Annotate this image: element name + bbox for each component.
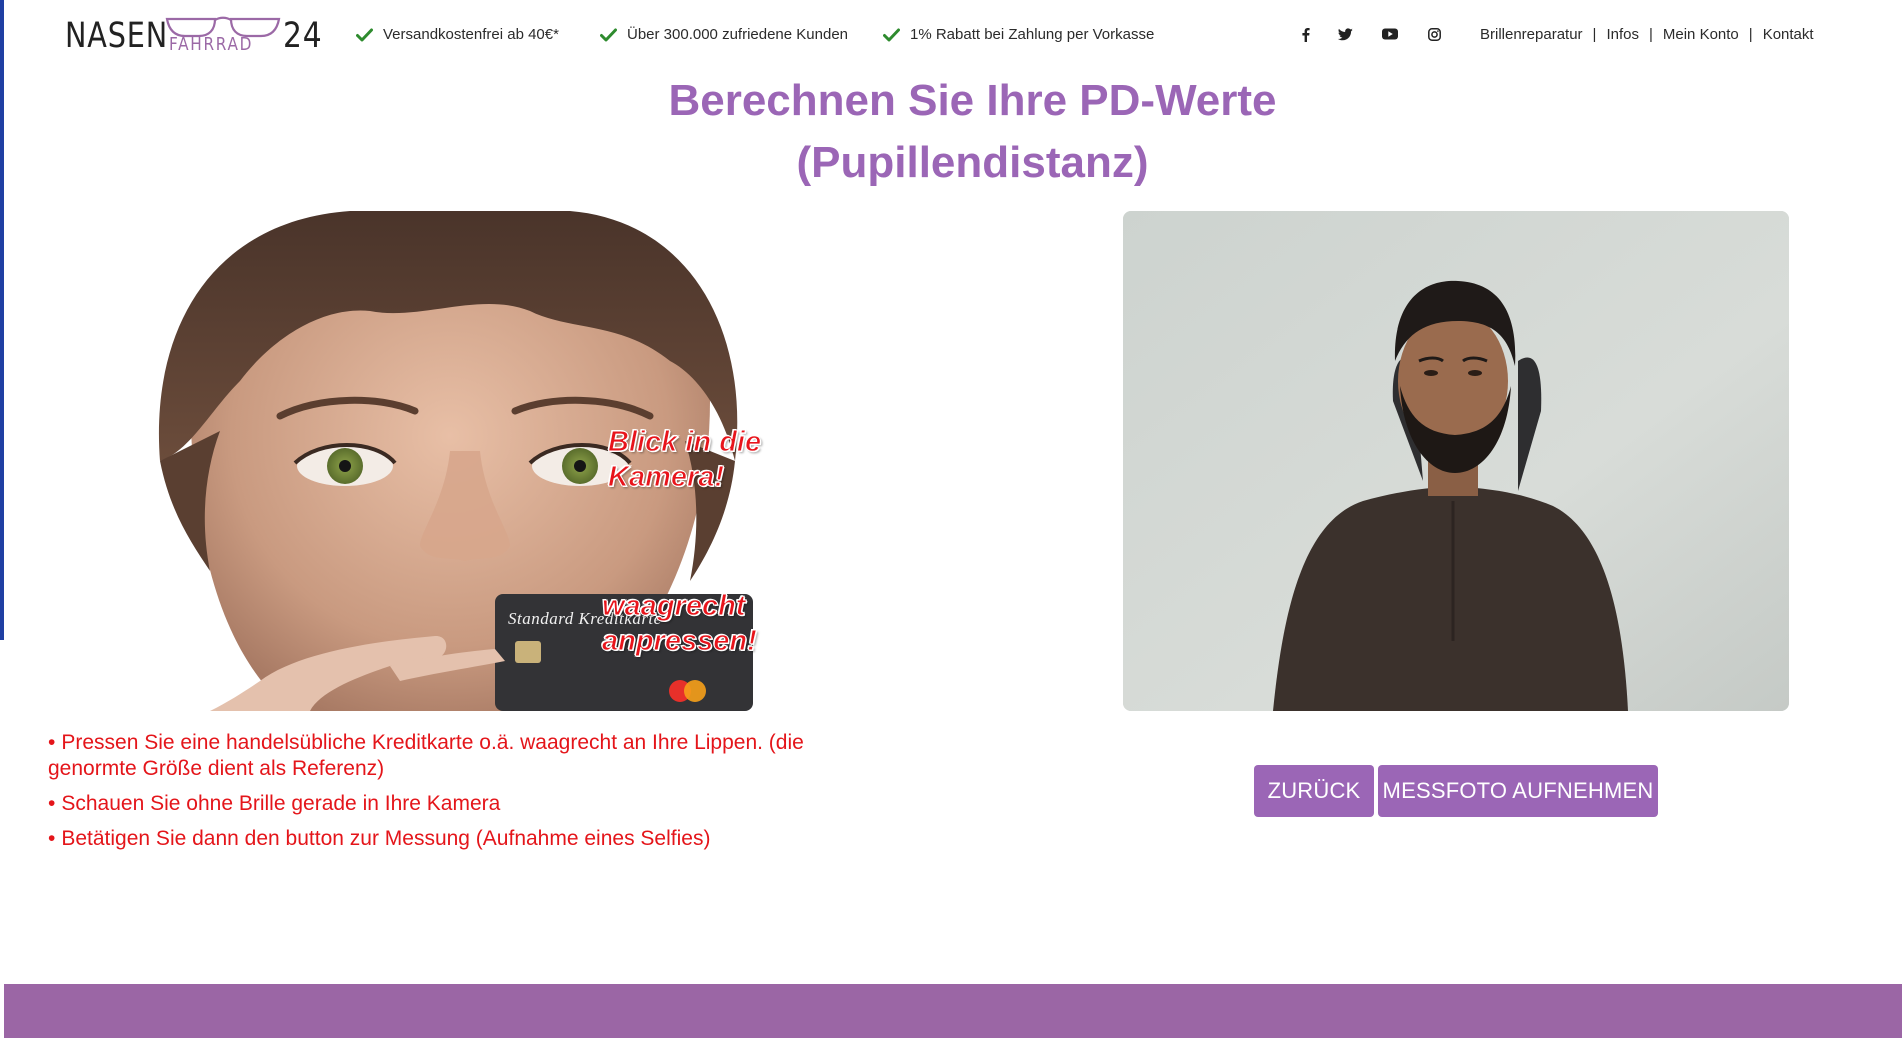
instruction-illustration: Standard Kreditkarte Blick in die Kamera… — [150, 211, 815, 711]
check-icon — [600, 28, 617, 41]
check-icon — [883, 28, 900, 41]
check-icon — [356, 28, 373, 41]
instruction-list: Pressen Sie eine handelsübliche Kreditka… — [48, 730, 868, 861]
facebook-icon[interactable] — [1296, 25, 1314, 43]
usp-free-shipping: Versandkostenfrei ab 40€* — [356, 26, 559, 43]
instruction-item: Betätigen Sie dann den button zur Messun… — [48, 826, 868, 852]
page-title-line-1: Berechnen Sie Ihre PD-Werte — [668, 76, 1277, 125]
instagram-icon[interactable] — [1425, 25, 1443, 43]
caption-press-horizontal: waagrecht anpressen! — [602, 590, 758, 658]
instruction-item: Schauen Sie ohne Brille gerade in Ihre K… — [48, 791, 868, 817]
site-header: NASEN FAHRRAD 24 Versandkostenfrei ab 40… — [0, 0, 1902, 72]
caption-look-at-camera: Blick in die Kamera! — [607, 426, 762, 494]
nav-separator: | — [1648, 26, 1653, 43]
page-title: Berechnen Sie Ihre PD-Werte (Pupillendis… — [0, 70, 1902, 194]
nav-link-kontakt[interactable]: Kontakt — [1763, 26, 1814, 43]
page-title-line-2: (Pupillendistanz) — [796, 138, 1149, 187]
usp-customers: Über 300.000 zufriedene Kunden — [600, 26, 848, 43]
nav-link-brillenreparatur[interactable]: Brillenreparatur — [1480, 26, 1583, 43]
logo-number: 24 — [283, 16, 323, 56]
usp-label: 1% Rabatt bei Zahlung per Vorkasse — [910, 26, 1155, 43]
back-button[interactable]: ZURÜCK — [1254, 765, 1374, 817]
camera-feed — [1123, 211, 1789, 711]
capture-photo-button[interactable]: MESSFOTO AUFNEHMEN — [1378, 765, 1658, 817]
usp-label: Versandkostenfrei ab 40€* — [383, 26, 559, 43]
usp-label: Über 300.000 zufriedene Kunden — [627, 26, 849, 43]
top-navigation: Brillenreparatur | Infos | Mein Konto | … — [1480, 26, 1814, 43]
logo-middle: FAHRRAD — [165, 14, 283, 58]
camera-preview — [1123, 211, 1789, 711]
footer-bar — [4, 984, 1902, 1038]
logo-word-fahrrad: FAHRRAD — [169, 34, 254, 55]
nav-separator: | — [1748, 26, 1753, 43]
logo-word-nasen: NASEN — [65, 16, 169, 56]
nav-separator: | — [1592, 26, 1597, 43]
instruction-item: Pressen Sie eine handelsübliche Kreditka… — [48, 730, 868, 782]
usp-discount: 1% Rabatt bei Zahlung per Vorkasse — [883, 26, 1154, 43]
youtube-icon[interactable] — [1381, 25, 1399, 43]
site-logo[interactable]: NASEN FAHRRAD 24 — [65, 14, 330, 58]
twitter-icon[interactable] — [1336, 25, 1354, 43]
nav-link-infos[interactable]: Infos — [1606, 26, 1639, 43]
nav-link-mein-konto[interactable]: Mein Konto — [1663, 26, 1739, 43]
